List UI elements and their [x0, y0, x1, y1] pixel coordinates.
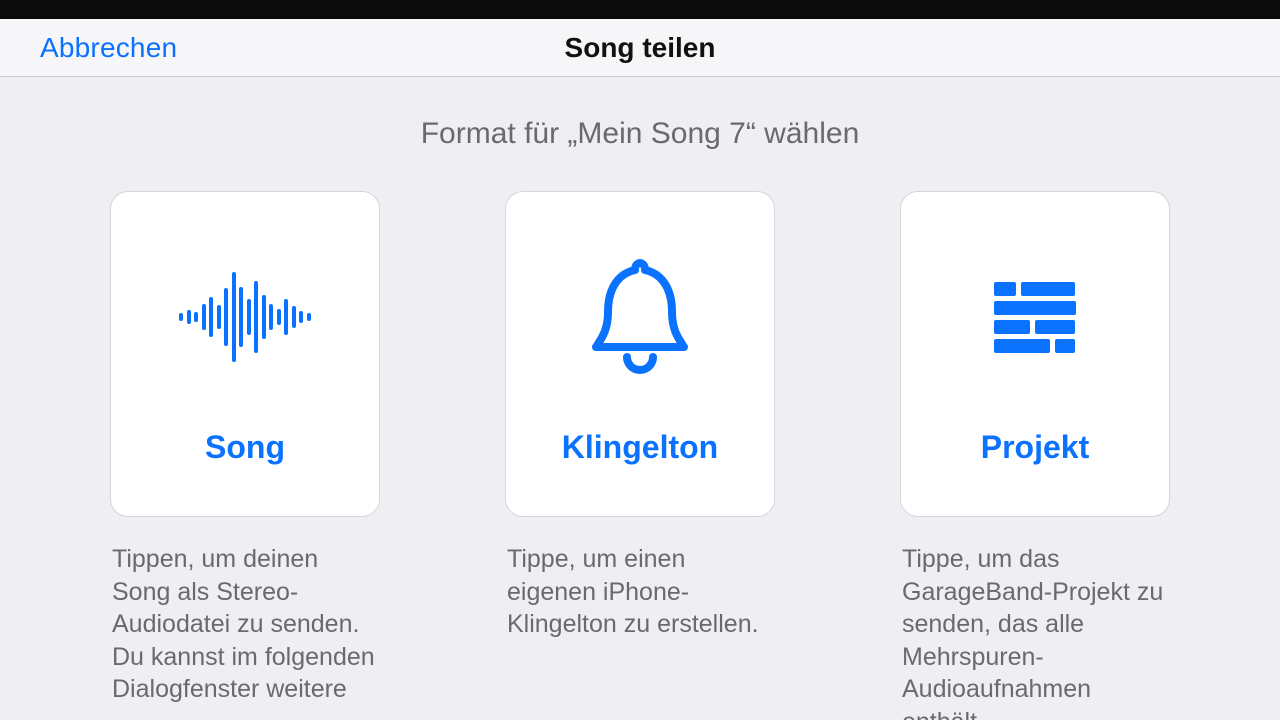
waveform-icon [111, 247, 379, 387]
option-card-song[interactable]: Song [110, 191, 380, 517]
nav-title: Song teilen [565, 32, 716, 64]
option-description-song: Tippen, um deinen Song als Stereo-Audiod… [110, 543, 380, 706]
content-area: Format für „Mein Song 7“ wählen [0, 117, 1280, 720]
format-options-row: Song Tippen, um deinen Song als Stereo-A… [40, 191, 1240, 720]
nav-bar: Abbrechen Song teilen [0, 19, 1280, 77]
option-label: Song [205, 429, 285, 466]
bell-icon [506, 247, 774, 387]
option-card-project[interactable]: Projekt [900, 191, 1170, 517]
option-description-ringtone: Tippe, um einen eigenen iPhone-Klingelto… [505, 543, 775, 641]
option-card-ringtone[interactable]: Klingelton [505, 191, 775, 517]
option-label: Projekt [981, 429, 1089, 466]
background-top-bar [0, 0, 1280, 19]
tracks-icon [901, 247, 1169, 387]
option-label: Klingelton [562, 429, 718, 466]
option-description-project: Tippe, um das GarageBand-Projekt zu send… [900, 543, 1170, 720]
format-prompt: Format für „Mein Song 7“ wählen [40, 117, 1240, 151]
cancel-button[interactable]: Abbrechen [0, 32, 177, 64]
